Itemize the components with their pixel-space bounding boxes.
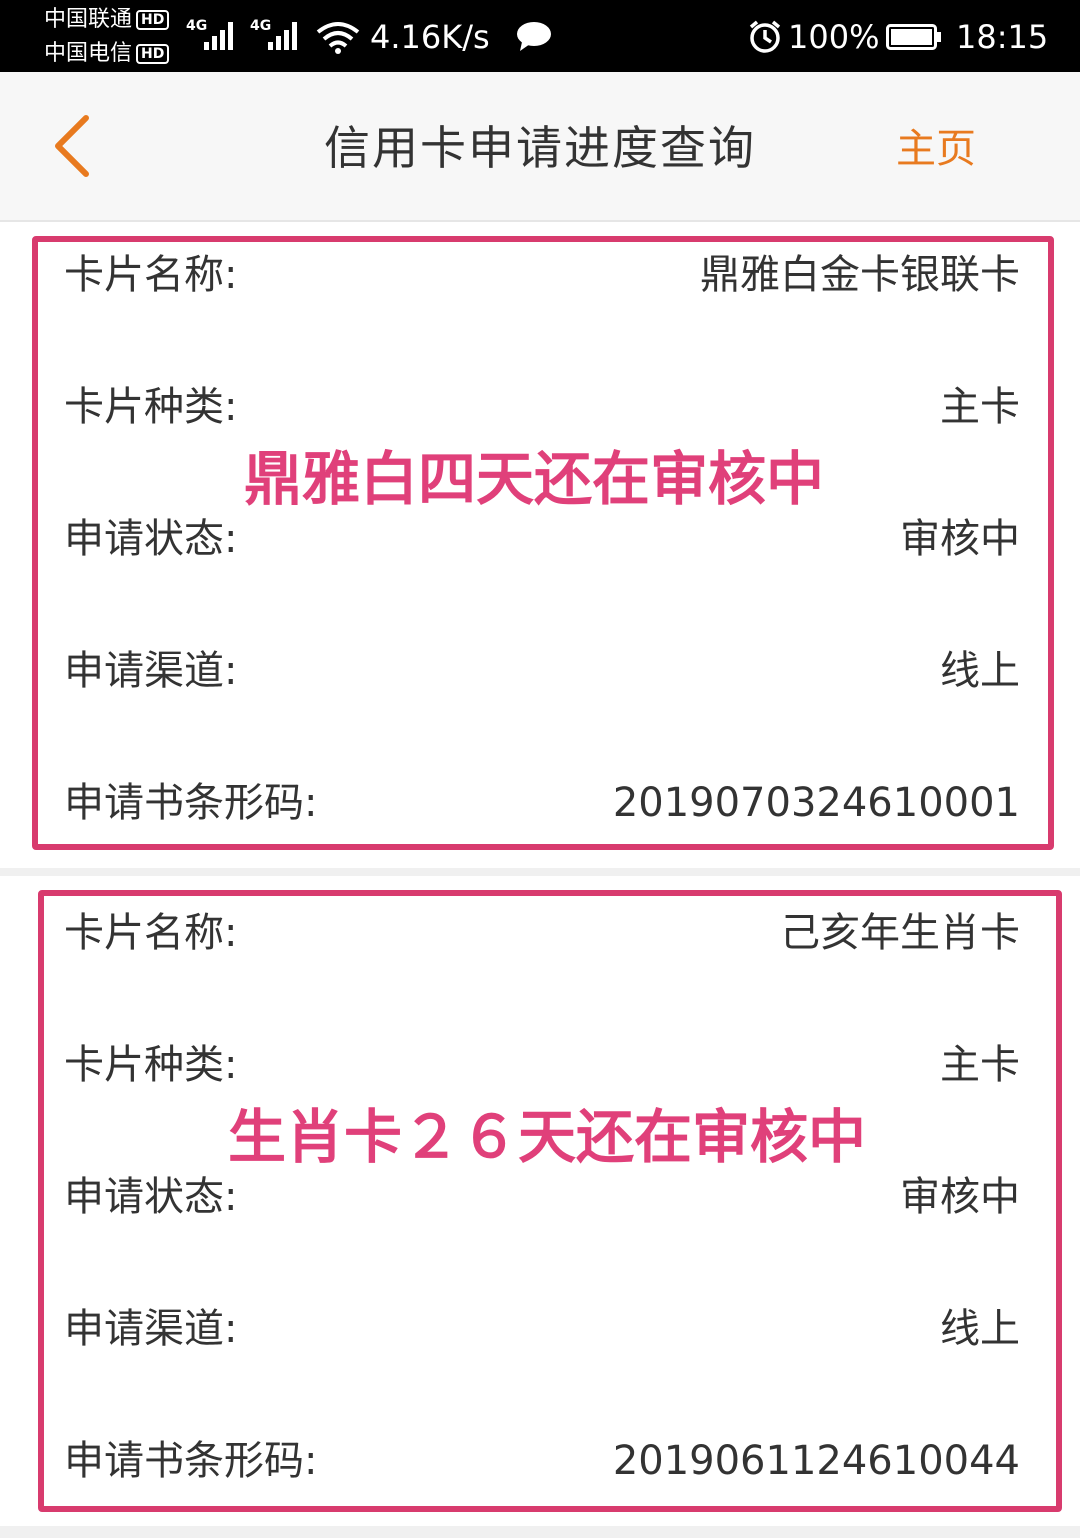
signal-icon: 4G — [186, 18, 242, 52]
row-value: 审核中 — [900, 1174, 1020, 1220]
clock: 18:15 — [956, 18, 1049, 56]
row-value: 主卡 — [940, 384, 1020, 430]
row-value: 主卡 — [940, 1042, 1020, 1088]
row-label: 卡片种类: — [64, 384, 238, 430]
row-label: 申请状态: — [64, 1174, 238, 1220]
row-label: 卡片名称: — [64, 252, 238, 298]
network-type-2: 4G — [250, 18, 272, 34]
row-value: 线上 — [940, 1306, 1020, 1352]
page-title: 信用卡申请进度查询 — [324, 121, 756, 175]
row-value: 2019070324610001 — [612, 780, 1020, 826]
row-value: 己亥年生肖卡 — [780, 910, 1020, 956]
section-divider — [0, 1526, 1080, 1538]
carrier-1: 中国联通 HD — [44, 7, 170, 32]
hd-badge-2: HD — [136, 44, 170, 64]
row-label: 申请状态: — [64, 516, 238, 562]
signal-icon: 4G — [250, 18, 306, 52]
row-card-type: 卡片种类: 主卡 — [64, 1040, 1020, 1090]
row-label: 申请渠道: — [64, 648, 238, 694]
row-label: 卡片名称: — [64, 910, 238, 956]
row-barcode: 申请书条形码: 2019061124610044 — [64, 1436, 1020, 1486]
application-card-2: 卡片名称: 己亥年生肖卡 卡片种类: 主卡 申请状态: 审核中 申请渠道: 线上… — [0, 876, 1080, 1526]
row-label: 申请书条形码: — [64, 1438, 318, 1484]
row-label: 申请书条形码: — [64, 780, 318, 826]
wifi-icon — [316, 22, 360, 54]
carrier-1-label: 中国联通 — [44, 7, 133, 32]
chat-icon — [517, 22, 551, 51]
row-status: 申请状态: 审核中 — [64, 1172, 1020, 1222]
row-label: 申请渠道: — [64, 1306, 238, 1352]
application-card-1: 卡片名称: 鼎雅白金卡银联卡 卡片种类: 主卡 申请状态: 审核中 申请渠道: … — [0, 222, 1080, 868]
nav-bar: 信用卡申请进度查询 主页 — [0, 72, 1080, 222]
row-barcode: 申请书条形码: 2019070324610001 — [64, 778, 1020, 828]
battery-percent: 100% — [788, 18, 880, 56]
row-card-name: 卡片名称: 鼎雅白金卡银联卡 — [64, 250, 1020, 300]
row-card-name: 卡片名称: 己亥年生肖卡 — [64, 908, 1020, 958]
status-bar: 中国联通 HD 中国电信 HD 4G 4G 4.16K/s 100% 18:15 — [0, 0, 1080, 72]
row-status: 申请状态: 审核中 — [64, 514, 1020, 564]
row-value: 线上 — [940, 648, 1020, 694]
row-channel: 申请渠道: 线上 — [64, 646, 1020, 696]
row-label: 卡片种类: — [64, 1042, 238, 1088]
home-button[interactable]: 主页 — [896, 124, 976, 174]
row-channel: 申请渠道: 线上 — [64, 1304, 1020, 1354]
carrier-2: 中国电信 HD — [44, 41, 170, 66]
carrier-2-label: 中国电信 — [44, 41, 133, 66]
battery-icon — [886, 24, 941, 50]
alarm-icon — [749, 20, 781, 53]
row-value: 鼎雅白金卡银联卡 — [700, 252, 1020, 298]
annotation-text: 鼎雅白四天还在审核中 — [244, 445, 825, 513]
back-button[interactable] — [40, 110, 110, 182]
annotation-text: 生肖卡２６天还在审核中 — [228, 1103, 867, 1171]
row-value: 2019061124610044 — [612, 1438, 1020, 1484]
network-type-1: 4G — [186, 18, 208, 34]
row-card-type: 卡片种类: 主卡 — [64, 382, 1020, 432]
row-value: 审核中 — [900, 516, 1020, 562]
net-speed: 4.16K/s — [370, 18, 490, 56]
hd-badge-1: HD — [136, 10, 170, 30]
chevron-left-icon — [55, 115, 89, 177]
